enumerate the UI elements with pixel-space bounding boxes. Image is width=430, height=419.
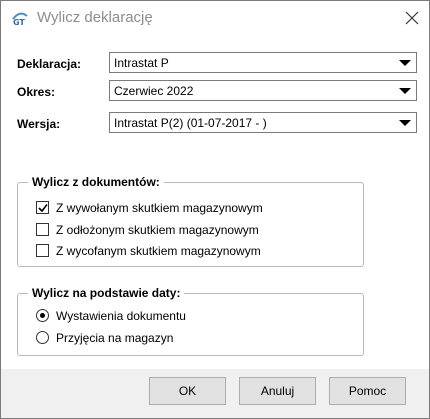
deklaracja-label: Deklaracja: [17,57,82,71]
cancel-button[interactable]: Anuluj [239,377,316,405]
wersja-label: Wersja: [17,117,61,131]
dialog-window: GT Wylicz deklarację Deklaracja: Intrast… [0,0,430,419]
chevron-down-icon [399,88,411,94]
documents-group: Wylicz z dokumentów: Z wywołanym skutkie… [17,175,364,267]
close-button[interactable] [397,5,427,31]
chevron-down-icon [399,120,411,126]
date-group: Wylicz na podstawie daty: Wystawienia do… [17,286,364,356]
deklaracja-value: Intrastat P [114,56,169,70]
checkbox-wycofanym[interactable] [36,244,49,257]
deklaracja-select[interactable]: Intrastat P [109,52,417,73]
checkbox-odlozonym[interactable] [36,223,49,236]
radio-wystawienia[interactable] [36,309,49,322]
radio-label: Wystawienia dokumentu [56,309,186,323]
radio-przyjecia[interactable] [36,331,49,344]
okres-value: Czerwiec 2022 [114,84,194,98]
okres-label: Okres: [17,85,56,99]
ok-button[interactable]: OK [149,377,226,405]
radio-label: Przyjęcia na magazyn [56,331,174,345]
close-icon [405,11,419,25]
checkbox-label: Z odłożonym skutkiem magazynowym [56,223,259,237]
documents-group-title: Wylicz z dokumentów: [28,175,164,189]
checkbox-wywolanym[interactable] [36,201,49,214]
checkbox-label: Z wywołanym skutkiem magazynowym [56,201,263,215]
checkmark-icon [38,204,48,213]
help-button[interactable]: Pomoc [329,377,406,405]
window-title: Wylicz deklarację [37,9,153,26]
svg-text:GT: GT [13,18,25,26]
wersja-value: Intrastat P(2) (01-07-2017 - ) [114,116,267,130]
checkbox-label: Z wycofanym skutkiem magazynowym [56,244,261,258]
okres-select[interactable]: Czerwiec 2022 [109,80,417,101]
date-group-title: Wylicz na podstawie daty: [28,286,185,300]
wersja-select[interactable]: Intrastat P(2) (01-07-2017 - ) [109,112,417,133]
button-bar: OK Anuluj Pomoc [1,369,429,418]
app-logo-icon: GT [11,10,29,27]
radio-dot [40,313,45,318]
title-bar: GT Wylicz deklarację [1,1,429,35]
chevron-down-icon [399,60,411,66]
dialog-content: Deklaracja: Intrastat P Okres: Czerwiec … [1,35,429,369]
